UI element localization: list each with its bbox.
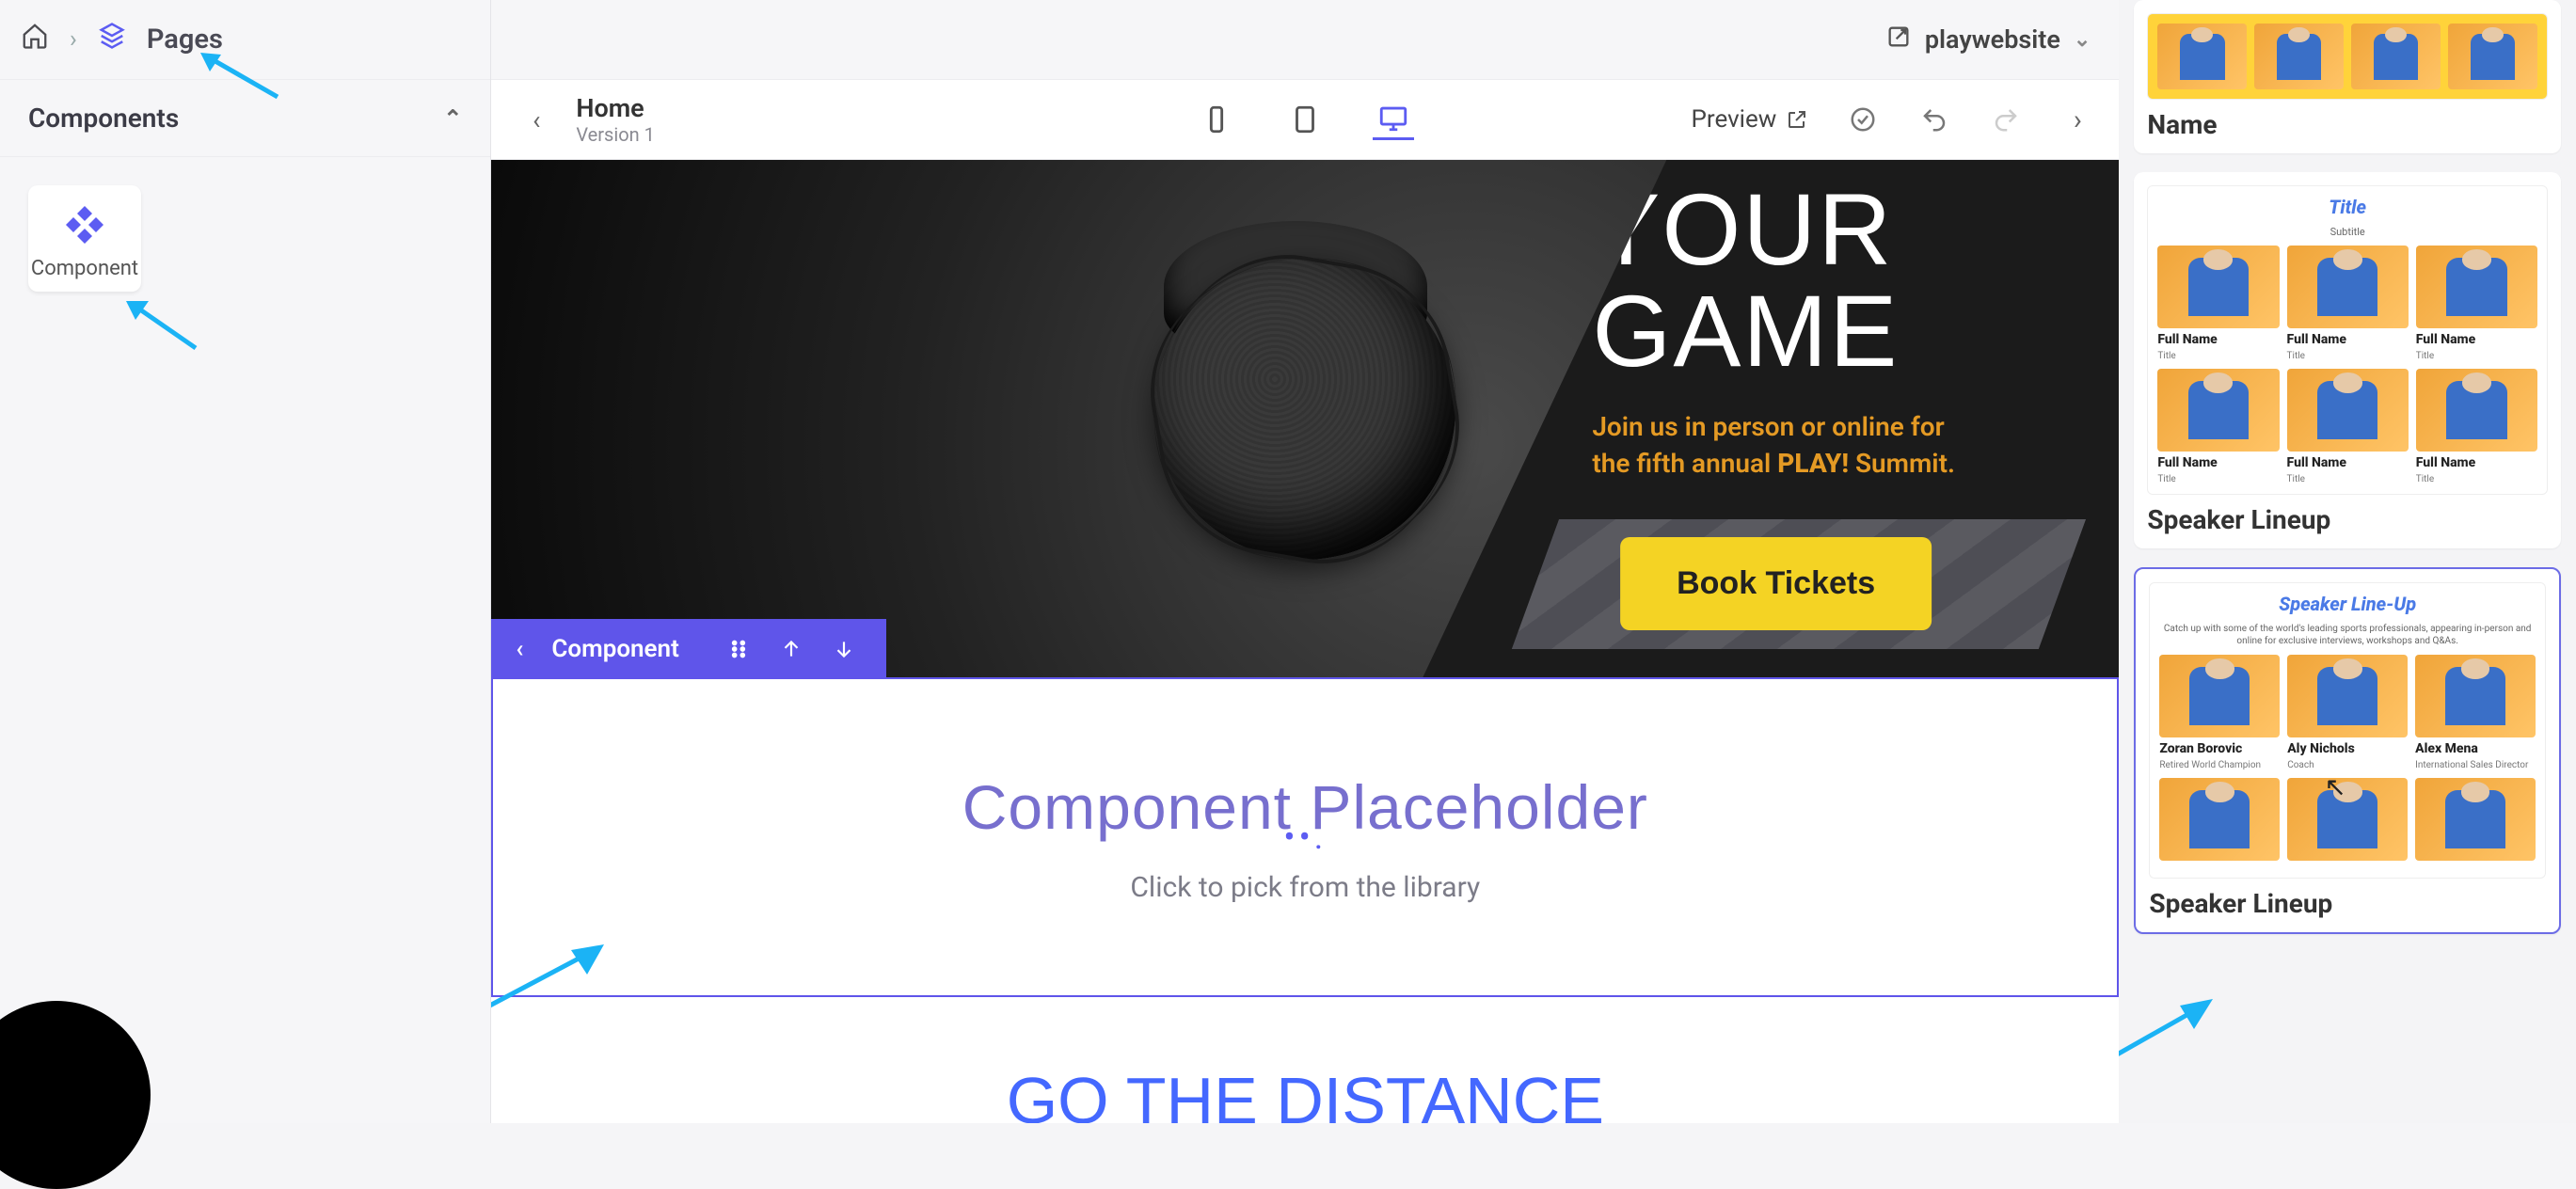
viewport-switcher (1196, 99, 1414, 140)
breadcrumb: › Pages (0, 0, 490, 80)
library-card-title: Name (2147, 109, 2548, 140)
component-library-panel[interactable]: Name Title Subtitle Full NameTitleFull N… (2119, 0, 2576, 1123)
library-card-speaker-lineup-1[interactable]: Title Subtitle Full NameTitleFull NameTi… (2134, 172, 2561, 548)
component-tile[interactable]: Component (28, 185, 141, 292)
project-bar: playwebsite ⌄ (491, 0, 2119, 80)
page-title-block[interactable]: Home Version 1 (576, 93, 655, 146)
library-thumb-title: Speaker Line-Up (2159, 593, 2536, 615)
speaker-cell: Full NameTitle (2287, 369, 2409, 484)
preview-button[interactable]: Preview (1691, 105, 1808, 134)
chevron-left-icon[interactable]: ‹ (516, 635, 523, 663)
component-tile-label: Component (31, 257, 138, 280)
page-name: Home (576, 93, 655, 123)
speaker-cell: Full NameTitle (2157, 246, 2279, 361)
library-card-name[interactable]: Name (2134, 0, 2561, 153)
library-card-title: Speaker Lineup (2149, 888, 2546, 919)
speaker-cell: Full NameTitle (2287, 246, 2409, 361)
library-thumb-subtitle: Catch up with some of the world's leadin… (2159, 623, 2536, 647)
library-card-speaker-lineup-2[interactable]: Speaker Line-Up Catch up with some of th… (2134, 567, 2561, 934)
annotation-arrow (2119, 982, 2222, 1095)
speaker-cell (2159, 778, 2280, 868)
redo-button[interactable] (1989, 103, 2023, 136)
go-distance-heading: GO THE DISTANCE (491, 997, 2119, 1123)
chevron-down-icon: ⌄ (2074, 28, 2091, 52)
export-icon (1885, 24, 1912, 56)
annotation-arrow (120, 292, 205, 357)
speaker-cell: Full NameTitle (2416, 369, 2537, 484)
speaker-cell: Zoran BorovicRetired World Champion (2159, 655, 2280, 770)
undo-button[interactable] (1917, 103, 1951, 136)
move-up-button[interactable] (779, 637, 803, 661)
speaker-cell (2287, 778, 2408, 868)
hero-section[interactable]: YOUR GAME Join us in person or online fo… (491, 160, 2119, 677)
page-canvas[interactable]: YOUR GAME Join us in person or online fo… (491, 160, 2119, 1123)
drag-handle-icon[interactable] (726, 637, 751, 661)
speaker-cell: Full NameTitle (2416, 246, 2537, 361)
components-section-label: Components (28, 103, 179, 134)
project-select[interactable]: playwebsite ⌄ (1885, 24, 2091, 56)
page-version: Version 1 (576, 123, 655, 146)
hero-basketball-figure (1107, 221, 1503, 616)
library-thumb-subtitle: Subtitle (2157, 226, 2537, 238)
nav-back-button[interactable]: ‹ (516, 99, 557, 140)
move-down-button[interactable] (832, 637, 856, 661)
component-placeholder[interactable]: Component Placeholder Click to pick from… (491, 677, 2119, 997)
component-icon (62, 202, 107, 247)
external-link-icon (1786, 108, 1808, 131)
component-toolbar-label: Component (551, 635, 678, 663)
speaker-cell: Aly NicholsCoach (2287, 655, 2408, 770)
home-icon[interactable] (21, 22, 49, 57)
chevron-up-icon: ⌃ (443, 105, 462, 132)
hero-subtitle: Join us in person or online for the fift… (1592, 408, 1987, 482)
nav-forward-button[interactable]: › (2060, 103, 2094, 136)
chevron-right-icon: › (70, 25, 77, 54)
components-section-header[interactable]: Components ⌃ (0, 80, 490, 157)
speaker-cell: Alex MenaInternational Sales Director (2415, 655, 2536, 770)
project-name: playwebsite (1925, 24, 2060, 55)
approve-button[interactable] (1846, 103, 1880, 136)
preview-label: Preview (1691, 105, 1776, 134)
library-thumb-title: Title (2157, 196, 2537, 218)
chat-bubble[interactable] (0, 1001, 151, 1189)
hero-angled-panel: Book Tickets (1512, 519, 2086, 649)
viewport-phone[interactable] (1196, 99, 1237, 140)
component-floating-toolbar: ‹ Component (491, 619, 886, 679)
library-card-title: Speaker Lineup (2147, 504, 2548, 535)
viewport-tablet[interactable] (1284, 99, 1326, 140)
placeholder-subtitle: Click to pick from the library (1130, 871, 1480, 904)
book-tickets-button[interactable]: Book Tickets (1620, 538, 1932, 631)
hero-headline-line1: YOUR (1592, 179, 2062, 280)
viewport-desktop[interactable] (1373, 99, 1414, 140)
speaker-cell: Full NameTitle (2157, 369, 2279, 484)
editor-toolbar: ‹ Home Version 1 Preview (491, 80, 2119, 160)
library-thumb-grid: Zoran BorovicRetired World ChampionAly N… (2159, 655, 2536, 868)
library-thumb (2147, 13, 2548, 100)
library-thumb-grid: Full NameTitleFull NameTitleFull NameTit… (2157, 246, 2537, 484)
loading-indicator: ••. (1283, 817, 1327, 857)
hero-headline-line2: GAME (1592, 280, 2062, 382)
pages-icon[interactable] (98, 22, 126, 57)
speaker-cell (2415, 778, 2536, 868)
breadcrumb-pages[interactable]: Pages (147, 24, 223, 55)
